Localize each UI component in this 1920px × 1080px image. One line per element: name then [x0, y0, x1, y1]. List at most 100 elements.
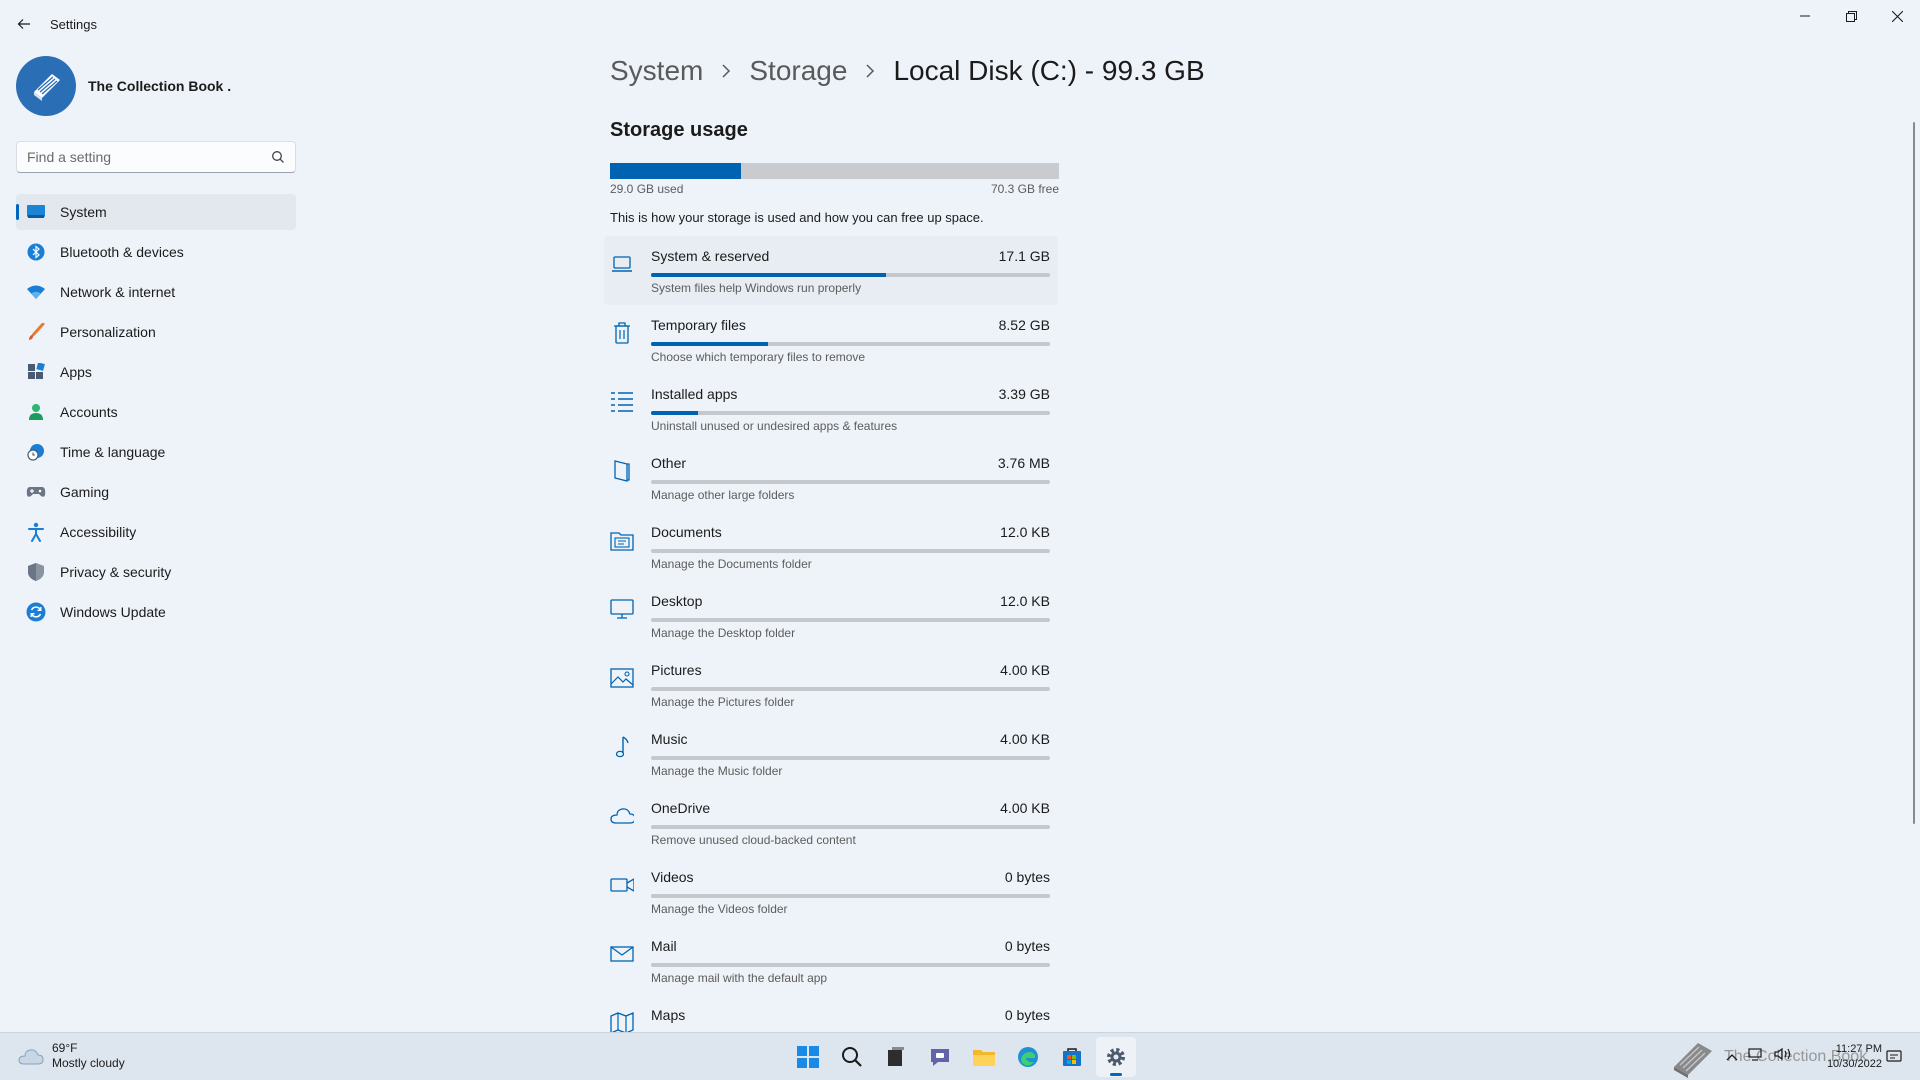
category-installed-apps[interactable]: Installed apps 3.39 GB Uninstall unused … [604, 374, 1058, 443]
category-name: Music [651, 731, 688, 747]
storage-usage-fill [610, 163, 742, 179]
category-description: Manage the Music folder [651, 764, 783, 778]
clock-time: 11:27 PM [1835, 1043, 1882, 1055]
app-title: Settings [50, 17, 97, 32]
storage-hint: This is how your storage is used and how… [610, 210, 984, 225]
settings-search[interactable] [16, 141, 296, 173]
category-description: Manage the Pictures folder [651, 695, 795, 709]
breadcrumb-storage[interactable]: Storage [749, 55, 847, 87]
user-profile[interactable]: The Collection Book . [16, 56, 231, 116]
shield-icon [26, 562, 46, 582]
category-bar [651, 411, 1050, 415]
category-documents[interactable]: Documents 12.0 KB Manage the Documents f… [604, 512, 1058, 581]
category-description: Remove unused cloud-backed content [651, 833, 856, 847]
category-bar [651, 687, 1050, 691]
search-icon[interactable] [832, 1037, 872, 1077]
category-size: 0 bytes [1004, 1007, 1050, 1023]
sidebar-item-bluetooth[interactable]: Bluetooth & devices [16, 234, 296, 270]
windows-start-icon[interactable] [788, 1037, 828, 1077]
sidebar-item-label: Windows Update [60, 604, 166, 620]
category-description: Manage mail with the default app [651, 971, 828, 985]
sidebar-item-accounts[interactable]: Accounts [16, 394, 296, 430]
sidebar-item-label: Privacy & security [60, 564, 172, 580]
storage-usage-bar [610, 163, 1059, 179]
minimize-button[interactable] [1782, 0, 1828, 32]
file-explorer-icon[interactable] [964, 1037, 1004, 1077]
taskbar-clock[interactable]: 11:27 PM 10/30/2022 [1812, 1042, 1882, 1072]
settings-icon[interactable] [1096, 1037, 1136, 1077]
system-icon [26, 202, 46, 222]
search-input[interactable] [17, 142, 257, 172]
sidebar-item-apps[interactable]: Apps [16, 354, 296, 390]
brush-icon [26, 322, 46, 342]
category-system-reserved[interactable]: System & reserved 17.1 GB System files h… [604, 236, 1058, 305]
category-videos[interactable]: Videos 0 bytes Manage the Videos folder [604, 857, 1058, 926]
notification-icon[interactable] [1886, 1048, 1902, 1069]
sidebar-item-accessibility[interactable]: Accessibility [16, 514, 296, 550]
category-bar [651, 342, 1050, 346]
category-bar [651, 273, 1050, 277]
gamepad-icon [26, 482, 46, 502]
category-music[interactable]: Music 4.00 KB Manage the Music folder [604, 719, 1058, 788]
wifi-icon [26, 282, 46, 302]
sidebar-item-label: Time & language [60, 444, 166, 460]
category-onedrive[interactable]: OneDrive 4.00 KB Remove unused cloud-bac… [604, 788, 1058, 857]
edge-icon[interactable] [1008, 1037, 1048, 1077]
volume-icon[interactable] [1774, 1047, 1792, 1066]
accessibility-icon [26, 522, 46, 542]
category-description: Manage the Videos folder [651, 902, 788, 916]
category-name: Documents [651, 524, 722, 540]
sidebar-item-label: Personalization [60, 324, 156, 340]
video-icon [610, 873, 634, 897]
sidebar-item-network[interactable]: Network & internet [16, 274, 296, 310]
category-bar [651, 756, 1050, 760]
category-size: 8.52 GB [998, 317, 1050, 333]
chevron-right-icon [721, 64, 731, 78]
avatar [16, 56, 76, 116]
back-button[interactable] [12, 12, 36, 36]
sidebar-item-label: Gaming [60, 484, 110, 500]
storage-usage-heading: Storage usage [610, 119, 748, 141]
sidebar-item-personalization[interactable]: Personalization [16, 314, 296, 350]
teams-chat-icon[interactable] [920, 1037, 960, 1077]
category-size: 3.39 GB [998, 386, 1050, 402]
category-other[interactable]: Other 3.76 MB Manage other large folders [604, 443, 1058, 512]
category-temporary-files[interactable]: Temporary files 8.52 GB Choose which tem… [604, 305, 1058, 374]
sidebar-item-time-language[interactable]: Time & language [16, 434, 296, 470]
content-scrollbar[interactable] [1913, 122, 1915, 824]
category-bar-fill [651, 411, 698, 415]
sidebar-item-privacy[interactable]: Privacy & security [16, 554, 296, 590]
store-icon[interactable] [1052, 1037, 1092, 1077]
category-mail[interactable]: Mail 0 bytes Manage mail with the defaul… [604, 926, 1058, 995]
sidebar-item-system[interactable]: System [16, 194, 296, 230]
weather-desc: Mostly cloudy [52, 1056, 125, 1070]
category-desktop[interactable]: Desktop 12.0 KB Manage the Desktop folde… [604, 581, 1058, 650]
trash-icon [610, 321, 634, 345]
category-maps[interactable]: Maps 0 bytes [604, 995, 1058, 1032]
category-bar [651, 549, 1050, 553]
network-icon[interactable] [1748, 1047, 1764, 1066]
close-button[interactable] [1874, 0, 1920, 32]
category-pictures[interactable]: Pictures 4.00 KB Manage the Pictures fol… [604, 650, 1058, 719]
breadcrumb: System Storage Local Disk (C:) - 99.3 GB [610, 55, 1205, 87]
category-size: 3.76 MB [997, 455, 1050, 471]
category-size: 12.0 KB [1000, 593, 1050, 609]
task-view-icon[interactable] [876, 1037, 916, 1077]
music-icon [610, 735, 634, 759]
bluetooth-icon [26, 242, 46, 262]
sidebar-item-gaming[interactable]: Gaming [16, 474, 296, 510]
search-icon[interactable] [271, 150, 285, 169]
clock-date: 10/30/2022 [1826, 1058, 1882, 1070]
book-watermark-icon [1674, 1043, 1712, 1078]
sidebar-item-windows-update[interactable]: Windows Update [16, 594, 296, 630]
weather-widget[interactable]: 69°F Mostly cloudy [18, 1041, 125, 1071]
breadcrumb-system[interactable]: System [610, 55, 703, 87]
sidebar-nav: System Bluetooth & devices Network & int… [16, 194, 296, 634]
storage-category-list: System & reserved 17.1 GB System files h… [604, 236, 1058, 1032]
cloud-icon [610, 804, 634, 828]
sidebar-item-label: Bluetooth & devices [60, 244, 184, 260]
category-name: Other [651, 455, 687, 471]
chevron-up-icon[interactable] [1726, 1048, 1738, 1066]
category-name: Installed apps [651, 386, 738, 402]
restore-button[interactable] [1828, 0, 1874, 32]
